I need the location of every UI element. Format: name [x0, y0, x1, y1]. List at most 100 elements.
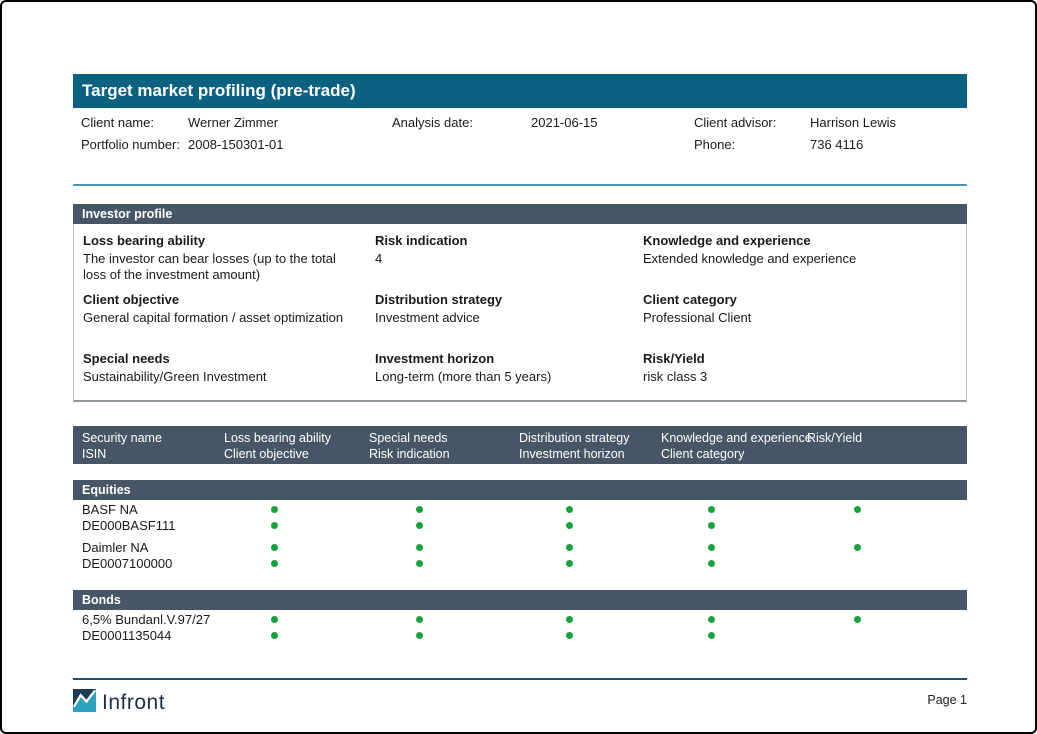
status-dot-line — [215, 518, 967, 534]
status-dot-cell — [510, 502, 652, 518]
table-row: Daimler NA DE0007100000 — [73, 540, 967, 571]
table-row: 6,5% Bundanl.V.97/27 DE0001135044 — [73, 612, 967, 643]
field-label: Investment horizon — [375, 351, 620, 366]
field-label: Distribution strategy — [375, 292, 620, 307]
status-dot-cell — [510, 612, 652, 628]
field-value: Long-term (more than 5 years) — [375, 369, 620, 385]
status-dot-cell — [510, 628, 652, 644]
status-dot-cell — [798, 612, 967, 628]
green-status-dot-icon — [708, 560, 715, 567]
brand-logo: Infront — [73, 689, 165, 717]
green-status-dot-icon — [566, 632, 573, 639]
field-label: Risk indication — [375, 233, 620, 248]
status-dot-cell — [215, 612, 360, 628]
status-empty-cell — [798, 556, 967, 572]
field-value: Investment advice — [375, 310, 620, 326]
status-dot-cell — [360, 518, 510, 534]
client-advisor-label: Client advisor: — [694, 112, 810, 134]
security-isin: DE000BASF111 — [82, 518, 215, 534]
green-status-dot-icon — [271, 560, 278, 567]
status-dot-cell — [510, 556, 652, 572]
col-knowledge-experience: Knowledge and experience Client category — [652, 430, 798, 464]
report-page: Target market profiling (pre-trade) Clie… — [0, 0, 1037, 734]
security-name: 6,5% Bundanl.V.97/27 — [82, 612, 215, 628]
analysis-date-value: 2021-06-15 — [531, 112, 694, 134]
brand-name: Infront — [102, 691, 165, 715]
field-label: Risk/Yield — [643, 351, 952, 366]
col-distribution-strategy: Distribution strategy Investment horizon — [510, 430, 652, 464]
status-dot-cell — [215, 628, 360, 644]
status-dot-cell — [510, 518, 652, 534]
status-dot-cell — [215, 518, 360, 534]
investor-profile-header: Investor profile — [73, 204, 967, 224]
field-value: Extended knowledge and experience — [643, 251, 952, 267]
status-dot-cell — [215, 502, 360, 518]
status-dot-line — [215, 502, 967, 518]
profile-field-client-objective: Client objective General capital formati… — [74, 283, 366, 342]
col-security-name: Security name ISIN — [73, 430, 215, 464]
profile-field-knowledge-experience: Knowledge and experience Extended knowle… — [634, 224, 966, 283]
client-name-label: Client name: — [81, 112, 188, 134]
status-dot-cell — [652, 628, 798, 644]
status-dot-cell — [360, 612, 510, 628]
status-dot-cell — [215, 540, 360, 556]
green-status-dot-icon — [708, 616, 715, 623]
status-empty-cell — [798, 518, 967, 534]
client-name-value: Werner Zimmer — [188, 112, 392, 134]
green-status-dot-icon — [271, 632, 278, 639]
security-identity: Daimler NA DE0007100000 — [73, 540, 215, 571]
field-label: Client objective — [83, 292, 352, 307]
status-dot-cell — [798, 502, 967, 518]
field-label: Special needs — [83, 351, 352, 366]
status-dot-cell — [652, 518, 798, 534]
status-dot-cell — [652, 612, 798, 628]
green-status-dot-icon — [566, 560, 573, 567]
green-status-dot-icon — [271, 522, 278, 529]
status-dot-line — [215, 540, 967, 556]
security-name: BASF NA — [82, 502, 215, 518]
security-identity: 6,5% Bundanl.V.97/27 DE0001135044 — [73, 612, 215, 643]
profile-field-loss-bearing-ability: Loss bearing ability The investor can be… — [74, 224, 366, 283]
green-status-dot-icon — [708, 522, 715, 529]
green-status-dot-icon — [416, 544, 423, 551]
phone-value: 736 4116 — [810, 134, 967, 156]
portfolio-number-value: 2008-150301-01 — [188, 134, 392, 156]
col-special-needs: Special needs Risk indication — [360, 430, 510, 464]
profile-field-risk-yield: Risk/Yield risk class 3 — [634, 342, 966, 400]
green-status-dot-icon — [416, 506, 423, 513]
green-status-dot-icon — [566, 544, 573, 551]
status-dot-cell — [360, 540, 510, 556]
field-value: 4 — [375, 251, 620, 267]
status-dot-cell — [360, 502, 510, 518]
green-status-dot-icon — [566, 522, 573, 529]
field-value: Sustainability/Green Investment — [83, 369, 352, 385]
green-status-dot-icon — [854, 616, 861, 623]
status-dot-cell — [652, 540, 798, 556]
status-dot-cell — [215, 556, 360, 572]
profile-field-special-needs: Special needs Sustainability/Green Inves… — [74, 342, 366, 400]
green-status-dot-icon — [271, 506, 278, 513]
profile-field-investment-horizon: Investment horizon Long-term (more than … — [366, 342, 634, 400]
green-status-dot-icon — [854, 544, 861, 551]
status-dot-line — [215, 556, 967, 572]
status-dot-line — [215, 612, 967, 628]
status-dot-cell — [652, 502, 798, 518]
green-status-dot-icon — [416, 560, 423, 567]
status-dot-cell — [360, 628, 510, 644]
phone-label: Phone: — [694, 134, 810, 156]
investor-profile-box: Loss bearing ability The investor can be… — [73, 224, 967, 402]
green-status-dot-icon — [416, 616, 423, 623]
green-status-dot-icon — [854, 506, 861, 513]
status-dot-cell — [510, 540, 652, 556]
field-value: Professional Client — [643, 310, 952, 326]
page-number: Page 1 — [927, 693, 967, 707]
field-label: Client category — [643, 292, 952, 307]
green-status-dot-icon — [271, 616, 278, 623]
status-dot-cell — [798, 540, 967, 556]
status-empty-cell — [798, 628, 967, 644]
equities-rows: BASF NA DE000BASF111 Daimler NA DE000710… — [73, 502, 967, 578]
profile-field-client-category: Client category Professional Client — [634, 283, 966, 342]
profile-field-risk-indication: Risk indication 4 — [366, 224, 634, 283]
status-dot-cell — [652, 556, 798, 572]
green-status-dot-icon — [271, 544, 278, 551]
